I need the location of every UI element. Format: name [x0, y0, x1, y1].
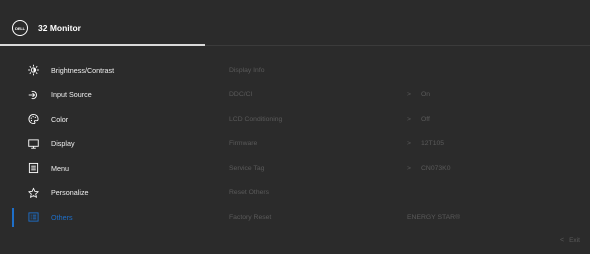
- setting-values: > On > Off > 12T105 > CN073K0 ENERGY STA…: [407, 58, 577, 230]
- menu-label: Input Source: [51, 90, 92, 100]
- menu-label: Brightness/Contrast: [51, 65, 115, 75]
- input-source-icon: [28, 90, 37, 99]
- active-indicator: [12, 208, 14, 227]
- menu-label: Color: [51, 114, 69, 124]
- menu-item-personalize[interactable]: Personalize: [0, 181, 215, 206]
- star-icon: [28, 187, 39, 198]
- menu-label: Personalize: [51, 188, 89, 198]
- value-row-service-tag: > CN073K0: [407, 156, 577, 181]
- energy-star-label: ENERGY STAR®: [407, 213, 461, 221]
- setting-value: 12T105: [421, 140, 445, 148]
- value-row-firmware: > 12T105: [407, 132, 577, 157]
- menu-item-others[interactable]: Others: [0, 205, 215, 230]
- chevron-right-icon: >: [407, 115, 411, 123]
- chevron-left-icon: <: [560, 237, 565, 244]
- display-icon: [28, 139, 39, 149]
- others-icon: [28, 212, 39, 222]
- menu-label: Display: [51, 139, 75, 149]
- value-row-display-info: [407, 58, 577, 83]
- submenu-item-display-info[interactable]: Display Info: [229, 58, 429, 83]
- submenu-item-reset-others[interactable]: Reset Others: [229, 181, 429, 206]
- submenu: Display Info DDC/CI LCD Conditioning Fir…: [229, 58, 429, 230]
- submenu-item-firmware[interactable]: Firmware: [229, 132, 429, 157]
- dell-logo: DELL: [12, 20, 28, 36]
- chevron-right-icon: >: [407, 164, 411, 172]
- chevron-right-icon: >: [407, 91, 411, 99]
- submenu-item-service-tag[interactable]: Service Tag: [229, 156, 429, 181]
- monitor-title: 32 Monitor: [38, 23, 81, 33]
- value-row-lcd-conditioning: > Off: [407, 107, 577, 132]
- exit-label: Exit: [569, 237, 580, 244]
- setting-value: Off: [421, 115, 430, 123]
- menu-item-menu[interactable]: Menu: [0, 156, 215, 181]
- value-row-reset-others: [407, 181, 577, 206]
- menu-label: Others: [51, 212, 73, 222]
- submenu-item-ddc-ci[interactable]: DDC/CI: [229, 83, 429, 108]
- sun-icon: [28, 64, 39, 76]
- menu-item-input-source[interactable]: Input Source: [0, 83, 215, 108]
- monitor-osd: DELL 32 Monitor Brightness/Contrast Inpu…: [0, 0, 590, 254]
- menu-label: Menu: [51, 163, 69, 173]
- exit-button[interactable]: < Exit: [560, 237, 580, 244]
- palette-icon: [28, 114, 39, 125]
- submenu-item-factory-reset[interactable]: Factory Reset: [229, 205, 429, 230]
- menu-item-color[interactable]: Color: [0, 107, 215, 132]
- menu-icon: [28, 163, 39, 174]
- submenu-item-lcd-conditioning[interactable]: LCD Conditioning: [229, 107, 429, 132]
- osd-header: DELL 32 Monitor: [0, 0, 590, 45]
- setting-value: CN073K0: [421, 164, 451, 172]
- menu-item-display[interactable]: Display: [0, 132, 215, 157]
- value-row-ddc-ci: > On: [407, 83, 577, 108]
- header-divider-highlight: [0, 44, 205, 46]
- menu-item-brightness-contrast[interactable]: Brightness/Contrast: [0, 58, 215, 83]
- setting-value: On: [421, 91, 431, 99]
- main-menu: Brightness/Contrast Input Source Color D…: [0, 58, 215, 230]
- value-row-factory-reset: ENERGY STAR®: [407, 205, 577, 230]
- chevron-right-icon: >: [407, 140, 411, 148]
